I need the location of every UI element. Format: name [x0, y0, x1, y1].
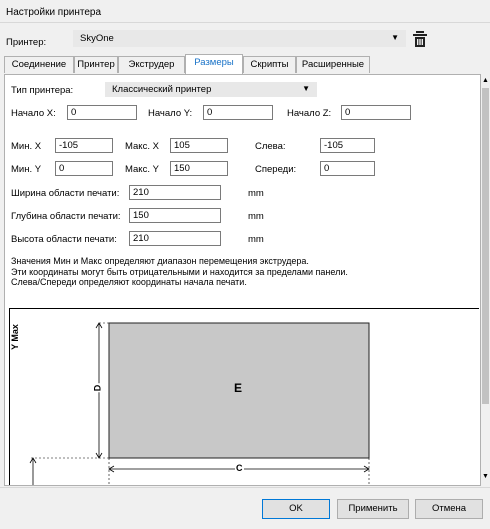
- y-axis-label: Y Max: [9, 324, 20, 350]
- label-d: D: [92, 383, 103, 393]
- print-width-label: Ширина области печати:: [11, 188, 120, 199]
- label-c: C: [235, 463, 244, 473]
- max-y-input[interactable]: 150: [170, 161, 228, 176]
- print-depth-input[interactable]: 150: [129, 208, 221, 223]
- max-y-label: Макс. Y: [125, 164, 159, 175]
- ok-button[interactable]: OK: [262, 499, 330, 519]
- min-x-label: Мин. X: [11, 141, 42, 152]
- start-x-input[interactable]: 0: [67, 105, 137, 120]
- printer-type-select[interactable]: Классический принтер ▼: [105, 82, 317, 97]
- start-y-label: Начало Y:: [148, 108, 193, 119]
- vertical-scrollbar[interactable]: ▲ ▼: [481, 74, 490, 486]
- printer-label: Принтер:: [6, 37, 47, 48]
- start-y-input[interactable]: 0: [203, 105, 273, 120]
- tab-connection[interactable]: Соединение: [4, 56, 74, 73]
- print-height-label: Высота области печати:: [11, 234, 117, 245]
- title-separator: [0, 22, 490, 23]
- min-x-input[interactable]: -105: [55, 138, 113, 153]
- scroll-down-icon[interactable]: ▼: [482, 473, 489, 480]
- dimensions-description: Значения Мин и Макс определяют диапазон …: [11, 256, 348, 288]
- chevron-down-icon: ▼: [302, 84, 310, 93]
- printer-type-label: Тип принтера:: [11, 85, 74, 96]
- description-line: Слева/Спереди определяют координаты нача…: [11, 277, 247, 287]
- start-z-label: Начало Z:: [287, 108, 332, 119]
- scrollbar-thumb[interactable]: [482, 88, 489, 404]
- start-z-input[interactable]: 0: [341, 105, 411, 120]
- max-x-label: Макс. X: [125, 141, 159, 152]
- front-input[interactable]: 0: [320, 161, 375, 176]
- print-width-input[interactable]: 210: [129, 185, 221, 200]
- tab-advanced[interactable]: Расширенные: [296, 56, 370, 73]
- printer-type-value: Классический принтер: [112, 84, 212, 95]
- print-depth-label: Глубина области печати:: [11, 211, 121, 222]
- chevron-down-icon: ▼: [391, 33, 399, 42]
- tab-extruder[interactable]: Экструдер: [118, 56, 185, 73]
- description-line: Эти координаты могут быть отрицательными…: [11, 266, 348, 277]
- tab-printer[interactable]: Принтер: [74, 56, 118, 73]
- front-label: Спереди:: [255, 164, 297, 175]
- scroll-up-icon[interactable]: ▲: [482, 77, 489, 84]
- printer-select[interactable]: SkyOne ▼: [73, 30, 406, 47]
- print-height-input[interactable]: 210: [129, 231, 221, 246]
- tab-scripts[interactable]: Скрипты: [243, 56, 296, 73]
- trash-icon[interactable]: [413, 31, 427, 47]
- start-x-label: Начало X:: [11, 108, 56, 119]
- dimensions-panel: Тип принтера: Классический принтер ▼ Нач…: [4, 74, 481, 486]
- left-input[interactable]: -105: [320, 138, 375, 153]
- min-y-label: Мин. Y: [11, 164, 42, 175]
- footer-separator: [0, 487, 490, 488]
- label-e: E: [234, 381, 243, 395]
- print-width-unit: mm: [248, 188, 264, 199]
- window-title: Настройки принтера: [6, 7, 102, 18]
- max-x-input[interactable]: 105: [170, 138, 228, 153]
- printer-diagram: Y Max D E C: [9, 308, 479, 485]
- print-height-unit: mm: [248, 234, 264, 245]
- apply-button[interactable]: Применить: [337, 499, 409, 519]
- left-label: Слева:: [255, 141, 286, 152]
- min-y-input[interactable]: 0: [55, 161, 113, 176]
- print-depth-unit: mm: [248, 211, 264, 222]
- tab-dimensions[interactable]: Размеры: [185, 54, 243, 74]
- description-line: Значения Мин и Макс определяют диапазон …: [11, 256, 309, 266]
- cancel-button[interactable]: Отмена: [415, 499, 483, 519]
- printer-select-value: SkyOne: [80, 33, 114, 44]
